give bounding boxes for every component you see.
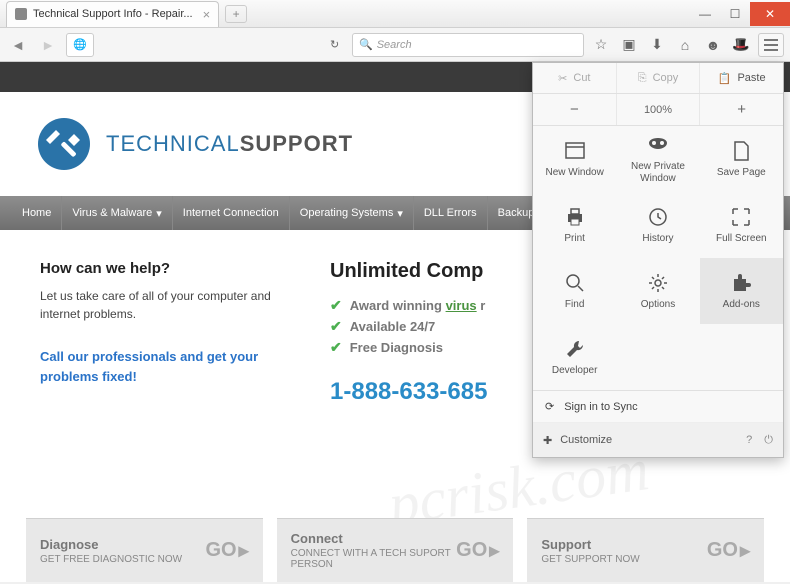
bottom-boxes: DiagnoseGET FREE DIAGNOSTIC NOWGO▸ Conne… xyxy=(0,518,790,582)
menu-find[interactable]: Find xyxy=(533,258,616,324)
puzzle-icon xyxy=(729,271,753,295)
back-button[interactable]: ◄ xyxy=(6,33,30,57)
identity-box[interactable]: 🌐 xyxy=(66,33,94,57)
menu-options[interactable]: Options xyxy=(616,258,699,324)
hamburger-menu-button[interactable] xyxy=(758,33,784,57)
mask-icon xyxy=(646,133,670,157)
plus-icon: ✚ xyxy=(543,434,552,447)
power-icon[interactable]: ⏻ xyxy=(764,434,773,447)
forward-button[interactable]: ► xyxy=(36,33,60,57)
gear-icon xyxy=(646,271,670,295)
find-icon xyxy=(563,271,587,295)
nav-virus[interactable]: Virus & Malware ▾ xyxy=(62,196,172,230)
hat-icon[interactable]: 🎩 xyxy=(730,34,752,56)
window-titlebar: Technical Support Info - Repair... × + —… xyxy=(0,0,790,28)
menu-history[interactable]: History xyxy=(616,192,699,258)
zoom-level[interactable]: 100% xyxy=(617,94,701,125)
zoom-in-button[interactable]: + xyxy=(700,94,783,125)
wrench-logo-icon xyxy=(36,116,92,172)
downloads-icon[interactable]: ⬇ xyxy=(646,34,668,56)
zoom-out-button[interactable]: − xyxy=(533,94,617,125)
menu-addons[interactable]: Add-ons xyxy=(700,258,783,324)
help-heading: How can we help? xyxy=(40,260,290,277)
hamburger-menu-panel: ✂Cut ⎘Copy 📋Paste − 100% + New Window Ne… xyxy=(532,62,784,458)
arrow-icon: ▸ xyxy=(740,538,750,563)
help-body: Let us take care of all of your computer… xyxy=(40,287,290,323)
check-icon: ✔ xyxy=(330,318,342,335)
chevron-down-icon: ▾ xyxy=(397,207,403,220)
home-icon[interactable]: ⌂ xyxy=(674,34,696,56)
arrow-icon: ▸ xyxy=(489,538,499,563)
browser-toolbar: ◄ ► 🌐 ↻ 🔍 Search ☆ ▣ ⬇ ⌂ ☻ 🎩 xyxy=(0,28,790,62)
box-support[interactable]: SupportGET SUPPORT NOWGO▸ xyxy=(527,518,764,582)
paste-icon: 📋 xyxy=(718,72,732,85)
tab-title: Technical Support Info - Repair... xyxy=(33,8,193,20)
menu-save-page[interactable]: Save Page xyxy=(700,126,783,192)
menu-copy: ⎘Copy xyxy=(617,63,701,93)
menu-paste[interactable]: 📋Paste xyxy=(700,63,783,93)
maximize-button[interactable]: ☐ xyxy=(720,2,750,26)
menu-print[interactable]: Print xyxy=(533,192,616,258)
close-tab-icon[interactable]: × xyxy=(203,7,211,22)
menu-new-window[interactable]: New Window xyxy=(533,126,616,192)
minimize-button[interactable]: — xyxy=(690,2,720,26)
menu-customize[interactable]: ✚Customize xyxy=(543,434,612,447)
check-icon: ✔ xyxy=(330,339,342,356)
menu-new-private[interactable]: New Private Window xyxy=(616,126,699,192)
face-icon[interactable]: ☻ xyxy=(702,34,724,56)
history-icon xyxy=(646,205,670,229)
menu-sign-in-sync[interactable]: ⟳Sign in to Sync xyxy=(533,391,783,423)
close-window-button[interactable]: ✕ xyxy=(750,2,790,26)
fullscreen-icon xyxy=(729,205,753,229)
new-tab-button[interactable]: + xyxy=(225,5,247,23)
menu-developer[interactable]: Developer xyxy=(533,324,616,390)
window-icon xyxy=(563,139,587,163)
check-icon: ✔ xyxy=(330,297,342,314)
page-icon xyxy=(729,139,753,163)
bookmarks-icon[interactable]: ▣ xyxy=(618,34,640,56)
nav-home[interactable]: Home xyxy=(12,196,62,230)
reload-button[interactable]: ↻ xyxy=(324,33,346,57)
box-connect[interactable]: ConnectCONNECT WITH A TECH SUPORT PERSON… xyxy=(277,518,514,582)
nav-internet[interactable]: Internet Connection xyxy=(173,196,290,230)
cut-icon: ✂ xyxy=(558,72,567,85)
help-icon[interactable]: ? xyxy=(746,434,752,447)
nav-dll[interactable]: DLL Errors xyxy=(414,196,488,230)
help-cta: Call our professionals and get your prob… xyxy=(40,347,290,386)
globe-icon: 🌐 xyxy=(73,38,87,51)
search-placeholder: Search xyxy=(377,39,412,51)
site-logo-text: TECHNICALSUPPORT xyxy=(106,131,353,157)
arrow-icon: ▸ xyxy=(239,538,249,563)
menu-cut: ✂Cut xyxy=(533,63,617,93)
copy-icon: ⎘ xyxy=(638,72,647,85)
nav-os[interactable]: Operating Systems ▾ xyxy=(290,196,414,230)
box-diagnose[interactable]: DiagnoseGET FREE DIAGNOSTIC NOWGO▸ xyxy=(26,518,263,582)
menu-fullscreen[interactable]: Full Screen xyxy=(700,192,783,258)
wrench-icon xyxy=(563,337,587,361)
sync-icon: ⟳ xyxy=(545,400,554,413)
search-icon: 🔍 xyxy=(359,38,373,51)
search-box[interactable]: 🔍 Search xyxy=(352,33,584,57)
chevron-down-icon: ▾ xyxy=(156,207,162,220)
print-icon xyxy=(563,205,587,229)
favicon xyxy=(15,8,27,20)
browser-tab[interactable]: Technical Support Info - Repair... × xyxy=(6,1,219,27)
bookmark-star-icon[interactable]: ☆ xyxy=(590,34,612,56)
